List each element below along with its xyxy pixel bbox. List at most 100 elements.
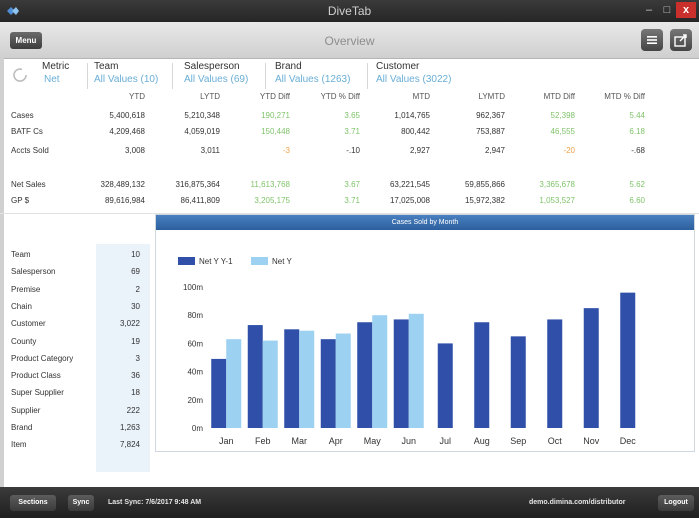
metric-cell: -.68 xyxy=(631,146,645,155)
y-tick-label: 60m xyxy=(187,339,203,348)
logout-button[interactable]: Logout xyxy=(658,495,694,511)
bar-net-y-y-1-jun[interactable] xyxy=(393,319,409,428)
minimize-button[interactable]: ‒ xyxy=(641,2,657,18)
dimension-row[interactable]: Customer 3,022 xyxy=(11,319,143,334)
dimension-row[interactable]: Brand 1,263 xyxy=(11,423,143,438)
dimension-row[interactable]: Premise 2 xyxy=(11,285,143,300)
bar-net-y-y-1-dec[interactable] xyxy=(620,292,636,428)
list-view-button[interactable] xyxy=(641,29,663,51)
column-header[interactable]: LYTD xyxy=(160,92,220,101)
dimension-label: Product Class xyxy=(11,371,61,381)
metric-cell: 190,271 xyxy=(261,111,290,120)
x-tick-label: May xyxy=(364,436,382,446)
metric-cell: 2,927 xyxy=(409,146,430,155)
filter-customer[interactable]: Customer All Values (3022) xyxy=(376,61,451,85)
dimension-label: Chain xyxy=(11,301,32,311)
dimension-row[interactable]: Item 7,824 xyxy=(11,440,143,455)
metric-row-label[interactable]: GP $ xyxy=(11,196,29,205)
divider xyxy=(87,63,88,89)
bar-net-y-y-1-jan[interactable] xyxy=(211,358,227,428)
dimension-row[interactable]: Salesperson 69 xyxy=(11,267,143,282)
x-tick-label: Jan xyxy=(219,436,234,446)
bar-net-y-y-1-nov[interactable] xyxy=(583,308,599,428)
chart-title: Cases Sold by Month xyxy=(156,215,694,230)
metric-cell: 3.67 xyxy=(344,180,360,189)
bar-net-y-mar[interactable] xyxy=(299,330,315,428)
x-tick-label: Nov xyxy=(583,436,600,446)
metric-row-label[interactable]: Net Sales xyxy=(11,180,46,189)
dimension-row[interactable]: Supplier 222 xyxy=(11,406,143,421)
metric-row-label[interactable]: Cases xyxy=(11,111,34,120)
dimension-label: Brand xyxy=(11,423,33,432)
dimension-value: 7,824 xyxy=(119,440,140,450)
metric-row-label[interactable]: BATF Cs xyxy=(11,127,43,136)
column-header[interactable]: LYMTD xyxy=(445,92,505,101)
column-header[interactable]: YTD % Diff xyxy=(300,92,360,101)
bar-net-y-y-1-feb[interactable] xyxy=(247,325,263,428)
dimension-row[interactable]: Super Supplier 18 xyxy=(11,388,143,403)
dimension-value: 1,263 xyxy=(119,423,140,432)
filter-metric[interactable]: Metric Net xyxy=(42,61,69,85)
toolbar: Menu Overview xyxy=(0,22,699,59)
window-title: DiveTab xyxy=(327,4,372,18)
dimension-value: 36 xyxy=(131,371,140,381)
dimension-label: Salesperson xyxy=(11,267,56,277)
bar-net-y-jun[interactable] xyxy=(408,313,424,428)
share-button[interactable] xyxy=(670,29,692,51)
sync-button[interactable]: Sync xyxy=(68,495,94,511)
divider xyxy=(172,63,173,89)
filter-team[interactable]: Team All Values (10) xyxy=(94,61,158,85)
dimension-label: County xyxy=(11,336,37,346)
metric-cell: 4,209,468 xyxy=(109,127,145,136)
metric-row-label[interactable]: Accts Sold xyxy=(11,146,49,155)
filter-brand[interactable]: Brand All Values (1263) xyxy=(275,61,350,85)
dimension-row[interactable]: Team 10 xyxy=(11,250,143,265)
dimension-row[interactable]: Product Category 3 xyxy=(11,354,143,369)
x-tick-label: Sep xyxy=(510,436,526,446)
dimension-row[interactable]: Product Class 36 xyxy=(11,371,143,386)
refresh-icon[interactable] xyxy=(10,65,30,85)
dimension-row[interactable]: County 19 xyxy=(11,337,143,352)
metric-cell: -.10 xyxy=(346,146,360,155)
metric-cell: 1,014,765 xyxy=(394,111,430,120)
bar-net-y-y-1-sep[interactable] xyxy=(510,336,526,428)
column-header[interactable]: YTD xyxy=(85,92,145,101)
dimension-value: 69 xyxy=(131,267,140,277)
bar-net-y-y-1-apr[interactable] xyxy=(320,339,336,428)
bar-net-y-may[interactable] xyxy=(372,315,388,428)
sections-button[interactable]: Sections xyxy=(10,495,56,511)
bar-net-y-apr[interactable] xyxy=(335,333,351,428)
bar-net-y-jan[interactable] xyxy=(226,339,242,428)
divider xyxy=(265,63,266,89)
y-tick-label: 40m xyxy=(187,368,203,377)
dimension-label: Team xyxy=(11,250,31,259)
window-titlebar: DiveTab ‒ □ x xyxy=(0,0,699,22)
y-tick-label: 80m xyxy=(187,311,203,320)
close-button[interactable]: x xyxy=(676,2,696,18)
maximize-button[interactable]: □ xyxy=(659,2,675,18)
metric-cell: 11,613,768 xyxy=(250,180,290,189)
metric-cell: 52,398 xyxy=(550,111,575,120)
metric-cell: 3,008 xyxy=(124,146,145,155)
bar-net-y-feb[interactable] xyxy=(262,340,278,428)
x-tick-label: Jun xyxy=(401,436,416,446)
metric-cell: 86,411,809 xyxy=(180,196,220,205)
filter-salesperson[interactable]: Salesperson All Values (69) xyxy=(184,61,248,85)
metric-cell: -20 xyxy=(563,146,575,155)
column-header[interactable]: MTD % Diff xyxy=(585,92,645,101)
bar-net-y-y-1-may[interactable] xyxy=(357,322,373,428)
metric-cell: 63,221,545 xyxy=(389,180,430,189)
x-tick-label: Dec xyxy=(620,436,637,446)
x-tick-label: Oct xyxy=(548,436,563,446)
metric-cell: 5.62 xyxy=(629,180,645,189)
column-header[interactable]: MTD xyxy=(370,92,430,101)
column-header[interactable]: YTD Diff xyxy=(230,92,290,101)
bar-net-y-y-1-mar[interactable] xyxy=(284,329,300,428)
x-tick-label: Mar xyxy=(292,436,308,446)
page-title: Overview xyxy=(324,34,375,48)
bar-net-y-y-1-jul[interactable] xyxy=(437,343,453,428)
bar-net-y-y-1-oct[interactable] xyxy=(547,319,563,428)
column-header[interactable]: MTD Diff xyxy=(515,92,575,101)
bar-net-y-y-1-aug[interactable] xyxy=(474,322,490,428)
dimension-row[interactable]: Chain 30 xyxy=(11,302,143,317)
